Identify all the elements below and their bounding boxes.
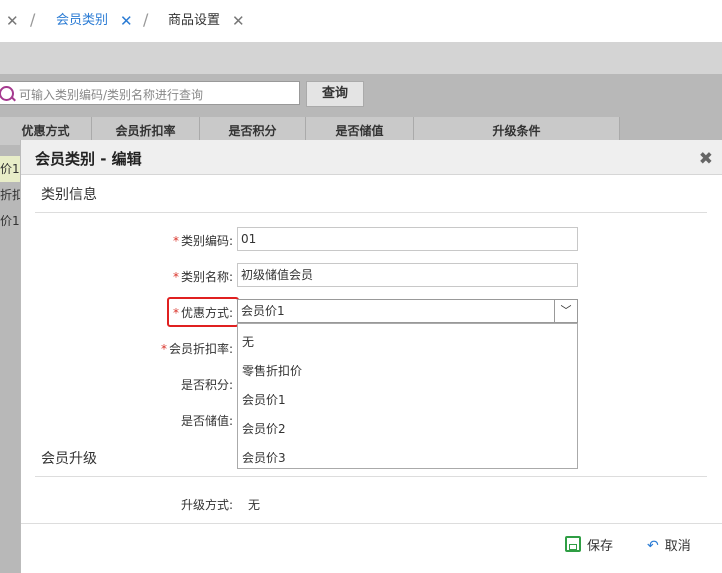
tab-bar: ✕ / 会员类别 ✕ / 商品设置 ✕ [0,0,722,42]
discount-mode-label: * 优惠方式: [113,304,233,321]
name-label: * 类别名称: [113,268,233,285]
query-button[interactable]: 查询 [306,81,364,107]
close-tab-icon[interactable]: ✕ [232,0,245,42]
undo-icon: ↶ [647,538,659,554]
save-icon [565,536,581,552]
discount-rate-label-text: 会员折扣率: [168,342,233,356]
required-mark: * [172,234,179,248]
section-title-info: 类别信息 [41,187,97,203]
discount-mode-value: 会员价1 [241,304,285,318]
search-icon [0,86,14,101]
chevron-down-icon[interactable]: ﹀ [554,300,577,322]
discount-mode-dropdown: 无 零售折扣价 会员价1 会员价2 会员价3 [237,323,578,469]
dropdown-option[interactable]: 零售折扣价 [242,362,302,379]
cancel-button[interactable]: ↶ 取消 [647,535,691,554]
upgrade-mode-value: 无 [248,498,261,512]
code-label: * 类别编码: [113,232,233,249]
tab-separator: / [30,10,36,29]
discount-rate-label: * 会员折扣率: [113,340,233,357]
code-field[interactable]: 01 [237,227,578,251]
close-tab-icon[interactable]: ✕ [6,0,19,42]
dropdown-option[interactable]: 会员价3 [242,449,286,466]
table-row[interactable]: 折扣 [0,182,20,208]
discount-mode-label-text: 优惠方式: [180,306,233,320]
search-input[interactable]: 可输入类别编码/类别名称进行查询 [0,81,300,105]
dropdown-option[interactable]: 会员价2 [242,420,286,437]
tab-product-settings[interactable]: 商品设置 [168,0,220,42]
required-mark: * [172,270,179,284]
divider [35,212,707,213]
tab-separator: / [143,10,149,29]
divider [21,523,722,524]
dropdown-option[interactable]: 无 [242,333,254,350]
name-label-text: 类别名称: [180,270,233,284]
dialog-title: 会员类别 - 编辑 [35,150,142,168]
dropdown-option[interactable]: 会员价1 [242,391,286,408]
close-icon[interactable]: ✖ [699,149,713,169]
divider [35,476,707,477]
dialog-header: 会员类别 - 编辑 ✖ [21,140,722,175]
cancel-label: 取消 [664,539,691,554]
save-button[interactable]: 保存 [565,535,613,554]
points-label: 是否积分: [180,378,233,392]
code-label-text: 类别编码: [180,234,233,248]
stored-value-label: 是否储值: [180,414,233,428]
required-mark: * [160,342,167,356]
table-row[interactable]: 价1 [0,208,20,234]
toolbar-band [0,42,722,74]
upgrade-mode-label: 升级方式: [180,498,233,512]
required-mark: * [172,306,179,320]
edit-dialog: 会员类别 - 编辑 ✖ 类别信息 * 类别编码: 01 * 类别名称: 初级储值会员… [20,140,722,573]
discount-mode-select[interactable]: 会员价1 ﹀ [237,299,578,323]
table-row[interactable]: 价1 [0,156,20,182]
section-title-upgrade: 会员升级 [41,451,97,467]
search-placeholder: 可输入类别编码/类别名称进行查询 [19,88,204,102]
name-field[interactable]: 初级储值会员 [237,263,578,287]
save-label: 保存 [587,539,614,554]
tab-member-category[interactable]: 会员类别 [56,0,108,42]
close-tab-icon[interactable]: ✕ [120,0,133,42]
